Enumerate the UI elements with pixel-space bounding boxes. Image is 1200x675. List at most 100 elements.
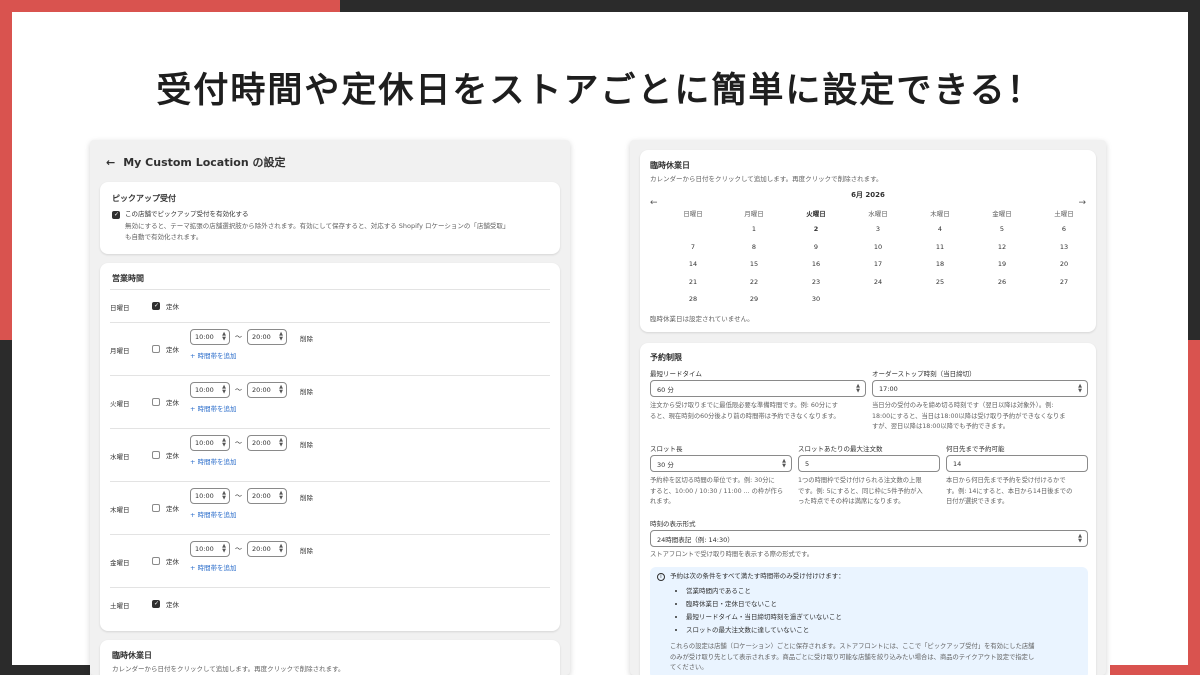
calendar-day[interactable]: 2 [796,225,836,233]
calendar-day[interactable]: 30 [796,295,836,303]
start-time-select[interactable]: 10:00 ▲ ▼ [190,382,230,398]
end-time-select[interactable]: 20:00 ▲ ▼ [247,435,287,451]
add-time-slot-link[interactable]: + 時間帯を追加 [190,456,237,466]
back-arrow-icon[interactable]: ← [106,156,115,169]
delete-button[interactable]: 削除 [300,333,313,343]
calendar-day[interactable]: 27 [1044,278,1084,286]
hours-row: 月曜日 定休 10:00 ▲ ▼ 〜 20:00 ▲ ▼ 削除 + 時間帯を追加 [110,322,550,375]
holidays-card: 臨時休業日 カレンダーから日付をクリックして追加します。再度クリックで削除されま… [100,640,560,675]
add-time-slot-link[interactable]: + 時間帯を追加 [190,562,237,572]
calendar-day[interactable]: 17 [858,260,898,268]
weekday-header: 金曜日 [992,210,1012,218]
calendar-day[interactable]: 3 [858,225,898,233]
closed-checkbox[interactable] [152,451,160,459]
calendar-day[interactable]: 24 [858,278,898,286]
start-time-select[interactable]: 10:00 ▲ ▼ [190,435,230,451]
delete-button[interactable]: 削除 [300,386,313,396]
add-time-slot-link[interactable]: + 時間帯を追加 [190,509,237,519]
calendar-day[interactable]: 28 [673,295,713,303]
pickup-enable-checkbox[interactable] [112,210,120,219]
start-time-select[interactable]: 10:00 ▲ ▼ [190,541,230,557]
end-time-select[interactable]: 20:00 ▲ ▼ [247,329,287,345]
closed-checkbox[interactable] [152,302,160,310]
business-hours-card: 営業時間 日曜日定休月曜日定休10:00▲▼〜20:00▲▼削除+ 時間帯を追加… [100,263,560,631]
range-separator: 〜 [235,386,242,394]
end-time-select[interactable]: 20:00 ▲ ▼ [247,541,287,557]
calendar-day[interactable]: 8 [734,243,774,251]
calendar-day[interactable]: 15 [734,260,774,268]
calendar-day[interactable]: 25 [920,278,960,286]
calendar-day[interactable]: 10 [858,243,898,251]
calendar-day[interactable]: 14 [673,260,713,268]
end-time-value: 20:00 [252,545,271,553]
next-month-icon[interactable]: → [1078,198,1086,208]
calendar-day[interactable]: 13 [1044,243,1084,251]
max-orders-input[interactable]: 5 [798,455,940,472]
closed-label: 定休 [166,601,179,609]
calendar-day[interactable]: 11 [920,243,960,251]
calendar-day[interactable]: 6 [1044,225,1084,233]
slot-length-select[interactable]: 30 分 ▲ ▼ [650,455,792,472]
hours-row: 金曜日 定休 10:00 ▲ ▼ 〜 20:00 ▲ ▼ 削除 + 時間帯を追加 [110,534,550,587]
calendar-day[interactable]: 19 [982,260,1022,268]
closed-label: 定休 [166,505,179,513]
end-time-select[interactable]: 20:00 ▲ ▼ [247,382,287,398]
conditions-info-box: i 予約は次の条件をすべて満たす時間帯のみ受け付けけます： 営業時間内であること… [650,567,1088,675]
start-time-value: 10:00 [195,386,214,394]
cutoff-help: 当日分の受付のみを締め切る時刻です（翌日以降は対象外）。例: 18:00にすると… [872,402,1066,430]
calendar-day[interactable]: 5 [982,225,1022,233]
start-time-select[interactable]: 10:00 ▲ ▼ [190,488,230,504]
delete-button[interactable]: 削除 [300,439,313,449]
calendar-day[interactable]: 22 [734,278,774,286]
pickup-enable-row: この店舗でピックアップ受付を有効化する [112,209,249,220]
closed-checkbox[interactable] [152,600,160,608]
calendar-day[interactable]: 12 [982,243,1022,251]
calendar-day[interactable]: 23 [796,278,836,286]
calendar-day[interactable]: 26 [982,278,1022,286]
closed-checkbox[interactable] [152,557,160,565]
calendar-day[interactable]: 4 [920,225,960,233]
add-time-slot-link[interactable]: + 時間帯を追加 [190,403,237,413]
closed-checkbox[interactable] [152,398,160,406]
day-label: 水曜日 [110,453,130,461]
lead-time-select[interactable]: 60 分 ▲ ▼ [650,380,866,397]
day-label: 日曜日 [110,304,130,312]
calendar-day[interactable]: 7 [673,243,713,251]
calendar-day[interactable]: 21 [673,278,713,286]
calendar-day[interactable]: 1 [734,225,774,233]
cutoff-select[interactable]: 17:00 ▲ ▼ [872,380,1088,397]
location-settings-panel: ← My Custom Location の設定 ピックアップ受付 この店舗でピ… [90,140,570,675]
reservation-title: 予約制限 [650,353,682,362]
select-arrows-icon: ▲ ▼ [279,490,283,501]
add-time-slot-link[interactable]: + 時間帯を追加 [190,350,237,360]
start-time-select[interactable]: 10:00 ▲ ▼ [190,329,230,345]
weekday-header: 月曜日 [744,210,764,218]
calendar-day[interactable]: 18 [920,260,960,268]
hours-row: 水曜日 定休 10:00 ▲ ▼ 〜 20:00 ▲ ▼ 削除 + 時間帯を追加 [110,428,550,481]
calendar-day[interactable]: 16 [796,260,836,268]
time-format-help: ストアフロントで受け取り時間を表示する際の形式です。 [650,551,814,558]
calendar-day[interactable]: 20 [1044,260,1084,268]
closed-checkbox[interactable] [152,504,160,512]
calendar-day[interactable]: 29 [734,295,774,303]
delete-button[interactable]: 削除 [300,492,313,502]
time-format-select[interactable]: 24時間表記（例: 14:30） ▲ ▼ [650,530,1088,547]
hours-row: 火曜日 定休 10:00 ▲ ▼ 〜 20:00 ▲ ▼ 削除 + 時間帯を追加 [110,375,550,428]
day-label: 金曜日 [110,559,130,567]
hours-title: 営業時間 [112,274,144,283]
prev-month-icon[interactable]: ← [650,198,658,208]
calendar-day[interactable]: 9 [796,243,836,251]
days-ahead-input[interactable]: 14 [946,455,1088,472]
day-label: 月曜日 [110,347,130,355]
pickup-card: ピックアップ受付 この店舗でピックアップ受付を有効化する 無効にすると、テーマ拡… [100,182,560,254]
decor-corner [0,0,12,340]
closed-toggle: 定休 [152,301,179,311]
decor-corner [1110,665,1200,675]
pickup-enable-label: この店舗でピックアップ受付を有効化する [125,210,249,218]
end-time-select[interactable]: 20:00 ▲ ▼ [247,488,287,504]
delete-button[interactable]: 削除 [300,545,313,555]
day-label: 火曜日 [110,400,130,408]
closed-checkbox[interactable] [152,345,160,353]
lead-time-label: 最短リードタイム [650,370,702,378]
max-orders-help: 1つの時間枠で受け付けられる注文数の上限 です。例: 5にすると、同じ枠に5件予… [798,477,923,505]
